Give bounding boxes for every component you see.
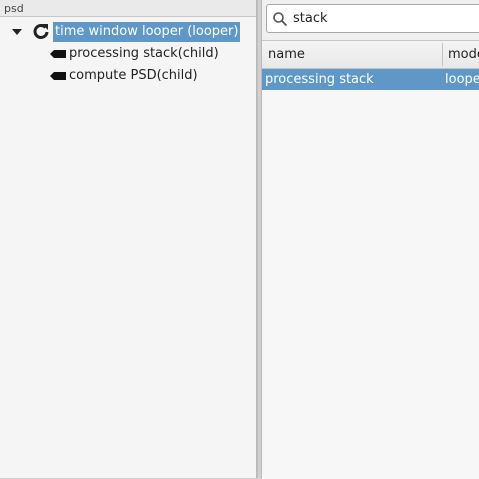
- results-table: name mode processing stack looper: [262, 40, 479, 479]
- expand-arrow-icon[interactable]: [12, 29, 22, 35]
- column-separator[interactable]: [442, 43, 443, 66]
- column-header-mode[interactable]: mode: [448, 41, 479, 68]
- search-field[interactable]: [266, 4, 479, 33]
- cell-name: processing stack: [265, 72, 374, 87]
- refresh-icon: [33, 24, 49, 39]
- tag-icon: [50, 50, 66, 58]
- search-input[interactable]: [293, 8, 473, 29]
- cell-mode: looper: [445, 72, 479, 87]
- table-row[interactable]: processing stack looper: [262, 69, 479, 90]
- search-icon: [273, 12, 288, 27]
- tree-panel: psd time window looper (looper) processi…: [0, 0, 257, 478]
- tree-item-label: processing stack(child): [69, 46, 219, 61]
- column-header-name[interactable]: name: [268, 41, 442, 68]
- tree-item-root-label: time window looper (looper): [53, 22, 241, 42]
- table-header: name mode: [262, 41, 479, 69]
- search-panel: name mode processing stack looper: [262, 0, 479, 479]
- tag-icon: [50, 72, 66, 80]
- tree-header: psd: [0, 0, 256, 17]
- tree-item-label: compute PSD(child): [69, 68, 198, 83]
